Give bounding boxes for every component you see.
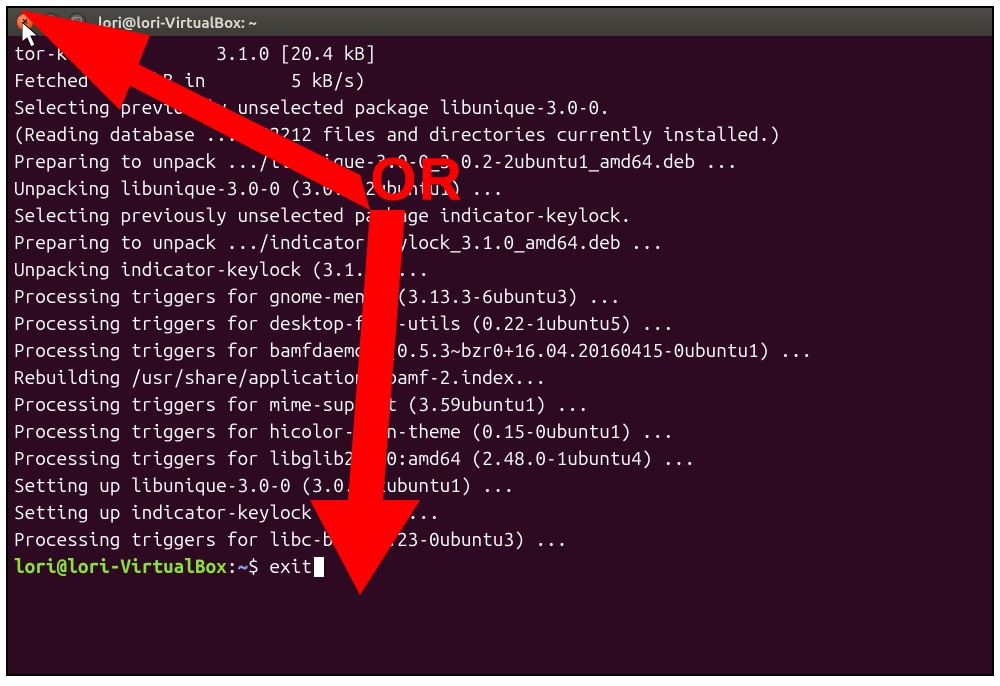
terminal-lines: tor-keylock 3.1.0 [20.4 kB] Fetched 42.7… [14, 42, 812, 550]
maximize-button[interactable]: ▢ [68, 13, 86, 31]
prompt-symbol: $ [248, 555, 259, 577]
prompt-user: lori@lori-VirtualBox [14, 555, 227, 577]
titlebar[interactable]: × – ▢ lori@lori-VirtualBox: ~ [8, 8, 992, 36]
maximize-icon: ▢ [71, 16, 82, 28]
text-cursor [314, 557, 324, 577]
minimize-button[interactable]: – [42, 13, 60, 31]
close-button[interactable]: × [16, 13, 34, 31]
minimize-icon: – [48, 16, 54, 28]
close-icon: × [22, 16, 29, 28]
window-title: lori@lori-VirtualBox: ~ [98, 14, 257, 31]
prompt-path: ~ [237, 555, 248, 577]
terminal-output[interactable]: tor-keylock 3.1.0 [20.4 kB] Fetched 42.7… [8, 36, 992, 674]
command-input[interactable]: exit [269, 555, 312, 577]
window-frame: × – ▢ lori@lori-VirtualBox: ~ tor-keyloc… [6, 6, 994, 676]
prompt-sep: : [227, 555, 238, 577]
